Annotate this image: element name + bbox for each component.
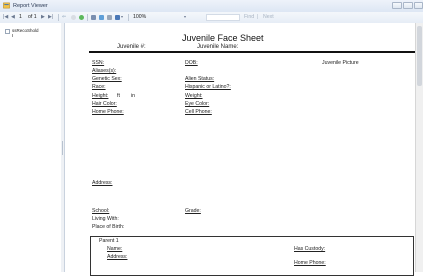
address-label: Address:	[92, 180, 113, 186]
height-in-unit: in	[131, 93, 136, 99]
last-page-button[interactable]: ▶|	[48, 14, 53, 20]
hispanic-label: Hispanic or Latino?:	[185, 84, 231, 90]
eye-color-label: Eye Color:	[185, 101, 210, 107]
window-title: Report Viewer	[13, 2, 48, 9]
document-map-panel: ssRecoShold	[0, 23, 63, 272]
dob-label: DOB:	[185, 60, 198, 66]
prev-page-button[interactable]: ◀	[11, 14, 15, 20]
back-icon[interactable]: ⇐	[62, 14, 66, 20]
tree-expander-icon[interactable]	[5, 29, 10, 34]
next-page-button[interactable]: ▶	[41, 14, 45, 20]
genetic-sex-label: Genetic Sex:	[92, 76, 122, 82]
alien-status-label: Alien Status:	[185, 76, 215, 82]
juvenile-picture-label: Juvenile Picture	[322, 60, 359, 66]
find-input[interactable]	[206, 14, 240, 21]
stop-icon[interactable]	[71, 14, 76, 20]
print-layout-icon[interactable]	[99, 14, 104, 20]
hair-color-label: Hair Color:	[92, 101, 117, 107]
close-button[interactable]	[414, 2, 423, 9]
current-page-field[interactable]: 1	[19, 14, 22, 20]
parent-name-label: Name:	[107, 246, 123, 252]
toolbar-separator	[87, 14, 88, 21]
weight-label: Weight:	[185, 93, 203, 99]
zoom-select[interactable]: 100%	[133, 14, 146, 20]
ssn-label: SSN:	[92, 60, 105, 66]
cell-phone-label: Cell Phone:	[185, 109, 212, 115]
scrollbar-thumb[interactable]	[417, 26, 422, 86]
export-dropdown-icon[interactable]: ▾	[121, 14, 123, 19]
export-icon[interactable]	[115, 14, 120, 20]
find-next-button[interactable]: Next	[263, 14, 274, 20]
page-setup-icon[interactable]	[107, 14, 112, 20]
print-icon[interactable]	[91, 14, 96, 20]
report-page: Juvenile Face Sheet Juvenile #: Juvenile…	[65, 23, 423, 276]
page-count-label: of 1	[28, 14, 37, 20]
parent-section-box	[90, 236, 414, 276]
find-separator: |	[257, 14, 259, 20]
report-title: Juvenile Face Sheet	[182, 33, 264, 43]
parent-home-phone-label: Home Phone:	[294, 260, 326, 266]
has-custody-label: Has Custody:	[294, 246, 326, 252]
toolbar-separator	[58, 14, 59, 21]
home-phone-label: Home Phone:	[92, 109, 124, 115]
school-label: School:	[92, 208, 110, 214]
report-viewer-app-icon	[3, 2, 10, 9]
zoom-dropdown-icon[interactable]: ▾	[184, 14, 186, 19]
height-label: Height:	[92, 93, 109, 99]
doc-map-item[interactable]: ssRecoShold	[12, 28, 39, 33]
tree-line	[12, 34, 13, 37]
race-label: Race:	[92, 84, 106, 90]
grade-label: Grade:	[185, 208, 201, 214]
toolbar-separator	[128, 14, 129, 21]
first-page-button[interactable]: |◀	[3, 14, 8, 20]
splitter-grip	[61, 141, 63, 155]
maximize-button[interactable]	[403, 2, 413, 9]
aliases-label: Aliases(s):	[92, 68, 117, 74]
find-button[interactable]: Find	[244, 14, 254, 20]
minimize-button[interactable]	[392, 2, 402, 9]
juvenile-name-label: Juvenile Name:	[197, 44, 239, 50]
header-rule	[89, 51, 416, 53]
height-ft-unit: ft	[117, 93, 120, 99]
juvenile-number-label: Juvenile #:	[117, 44, 146, 50]
parent-address-label: Address:	[107, 254, 128, 260]
place-of-birth-label: Place of Birth:	[92, 224, 125, 230]
parent-title: Parent 1	[99, 238, 119, 244]
living-with-label: Living With:	[92, 216, 119, 222]
vertical-scrollbar[interactable]	[415, 23, 423, 272]
refresh-icon[interactable]	[79, 14, 84, 20]
